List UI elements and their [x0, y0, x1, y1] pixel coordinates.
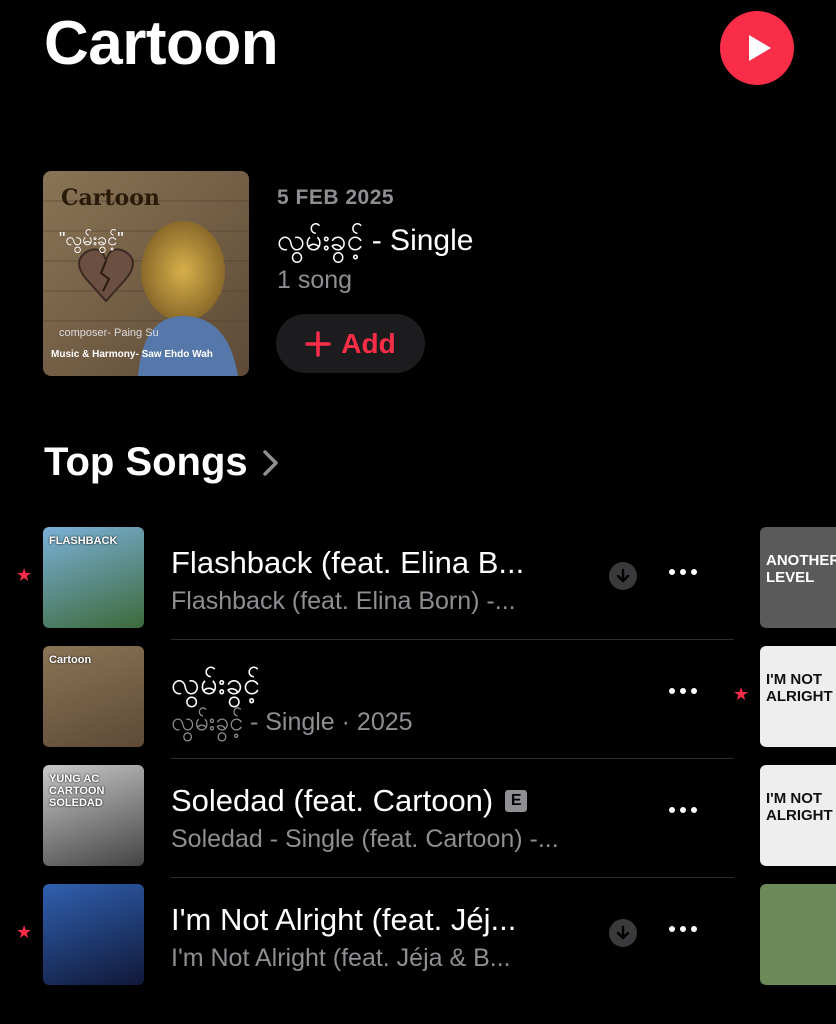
- more-options-button[interactable]: [663, 557, 703, 587]
- add-button[interactable]: Add: [276, 314, 425, 373]
- favorite-star-icon: ★: [16, 922, 33, 942]
- more-options-button[interactable]: [663, 914, 703, 944]
- song-title-text: I'm Not Alright (feat. Jéj...: [171, 902, 517, 937]
- add-button-label: Add: [341, 327, 396, 359]
- song-row[interactable]: ★ I'm Not Alright (feat. Jéj... I'm Not …: [0, 878, 836, 997]
- favorite-star-icon: ★: [16, 565, 33, 585]
- chevron-right-icon: [262, 449, 278, 476]
- next-column-artwork[interactable]: I'M NOT ALRIGHT: [760, 765, 836, 866]
- song-title[interactable]: Soledad (feat. Cartoon) E: [171, 783, 528, 819]
- song-row[interactable]: ★ FLASHBACK Flashback (feat. Elina B... …: [0, 521, 836, 640]
- plus-icon: [305, 330, 332, 357]
- top-songs-header[interactable]: Top Songs: [44, 440, 280, 485]
- song-title-text: Soledad (feat. Cartoon): [171, 783, 494, 818]
- art-song-label: "လွမ်းခွင့်": [59, 229, 124, 249]
- song-artwork[interactable]: YUNG AC CARTOON SOLEDAD: [43, 765, 144, 866]
- latest-release-artwork[interactable]: Cartoon "လွမ်းခွင့်" composer- Paing Su …: [43, 171, 249, 376]
- art-composer-label: composer- Paing Su: [59, 327, 159, 339]
- art-credits-label: Music & Harmony- Saw Ehdo Wah: [51, 349, 213, 360]
- artwork-label: FLASHBACK: [49, 535, 118, 547]
- song-row[interactable]: YUNG AC CARTOON SOLEDAD Soledad (feat. C…: [0, 759, 836, 878]
- next-column-artwork[interactable]: [760, 884, 836, 985]
- page-title: Cartoon: [44, 9, 279, 78]
- next-artwork-label: I'M NOT ALRIGHT: [766, 671, 833, 705]
- artwork-label: Cartoon: [49, 654, 92, 666]
- song-subtitle: လွမ်းခွင့် - Single · 2025: [171, 708, 413, 736]
- release-date: 5 FEB 2025: [277, 186, 395, 209]
- play-button[interactable]: [720, 11, 794, 85]
- next-column-artwork[interactable]: I'M NOT ALRIGHT: [760, 646, 836, 747]
- song-title[interactable]: လွမ်းခွင့်: [171, 664, 260, 710]
- downloaded-icon: [609, 562, 637, 590]
- release-title[interactable]: လွမ်းခွင့် - Single: [277, 220, 473, 265]
- song-artwork[interactable]: Cartoon: [43, 646, 144, 747]
- song-subtitle: I'm Not Alright (feat. Jéja & B...: [171, 944, 511, 972]
- top-songs-title: Top Songs: [44, 440, 248, 484]
- song-subtitle: Flashback (feat. Elina Born) -...: [171, 587, 516, 615]
- next-artwork-label: I'M NOT ALRIGHT: [766, 790, 833, 824]
- song-title[interactable]: I'm Not Alright (feat. Jéj...: [171, 902, 516, 938]
- next-column-artwork[interactable]: ANOTHER LEVEL: [760, 527, 836, 628]
- favorite-star-icon: ★: [733, 684, 750, 704]
- more-options-button[interactable]: [663, 676, 703, 706]
- song-subtitle: Soledad - Single (feat. Cartoon) -...: [171, 825, 559, 853]
- art-artist-label: Cartoon: [61, 185, 160, 211]
- next-artwork-label: ANOTHER LEVEL: [766, 552, 836, 586]
- downloaded-icon: [609, 919, 637, 947]
- song-title[interactable]: Flashback (feat. Elina B...: [171, 545, 524, 581]
- more-options-button[interactable]: [663, 795, 703, 825]
- explicit-badge: E: [505, 790, 528, 812]
- song-artwork[interactable]: FLASHBACK: [43, 527, 144, 628]
- song-title-text: လွမ်းခွင့်: [171, 666, 261, 701]
- song-title-text: Flashback (feat. Elina B...: [171, 545, 525, 580]
- song-artwork[interactable]: [43, 884, 144, 985]
- play-icon: [749, 35, 771, 61]
- artwork-label: YUNG AC CARTOON SOLEDAD: [49, 773, 105, 809]
- song-row[interactable]: Cartoon လွမ်းခွင့် လွမ်းခွင့် - Single ·…: [0, 640, 836, 759]
- release-song-count: 1 song: [277, 266, 353, 294]
